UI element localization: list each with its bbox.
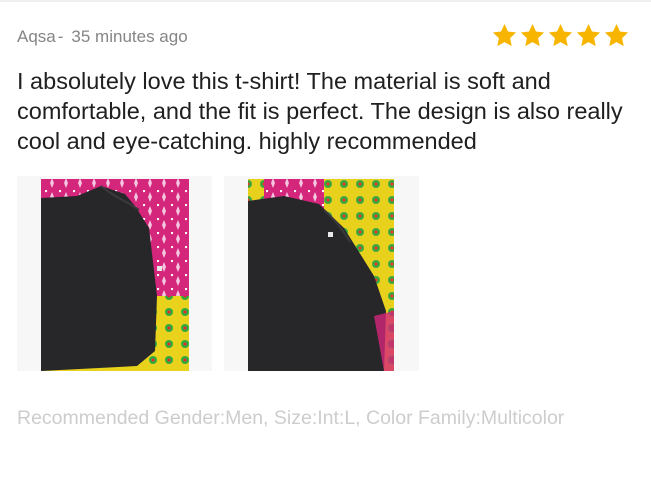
review-text: I absolutely love this t-shirt! The mate… (17, 68, 623, 154)
review-time: 35 minutes ago (71, 27, 188, 46)
top-divider (0, 0, 651, 2)
meta-separator: - (57, 27, 64, 46)
star-icon (548, 24, 573, 47)
review-meta: Aqsa -35 minutes ago (17, 27, 188, 47)
review-header: Aqsa -35 minutes ago (17, 24, 633, 52)
product-attributes: Recommended Gender:Men, Size:Int:L, Colo… (17, 407, 565, 429)
review-photo-2[interactable] (224, 176, 419, 371)
review-author: Aqsa (17, 27, 56, 46)
photo-black-tshirt-2 (248, 179, 394, 371)
star-icon (604, 24, 629, 47)
star-icon (576, 24, 601, 47)
review-photos (17, 176, 419, 371)
star-icon (520, 24, 545, 47)
photo-black-tshirt-1 (41, 179, 189, 371)
star-rating (491, 22, 630, 49)
review-photo-1[interactable] (17, 176, 212, 371)
star-icon (492, 24, 517, 47)
